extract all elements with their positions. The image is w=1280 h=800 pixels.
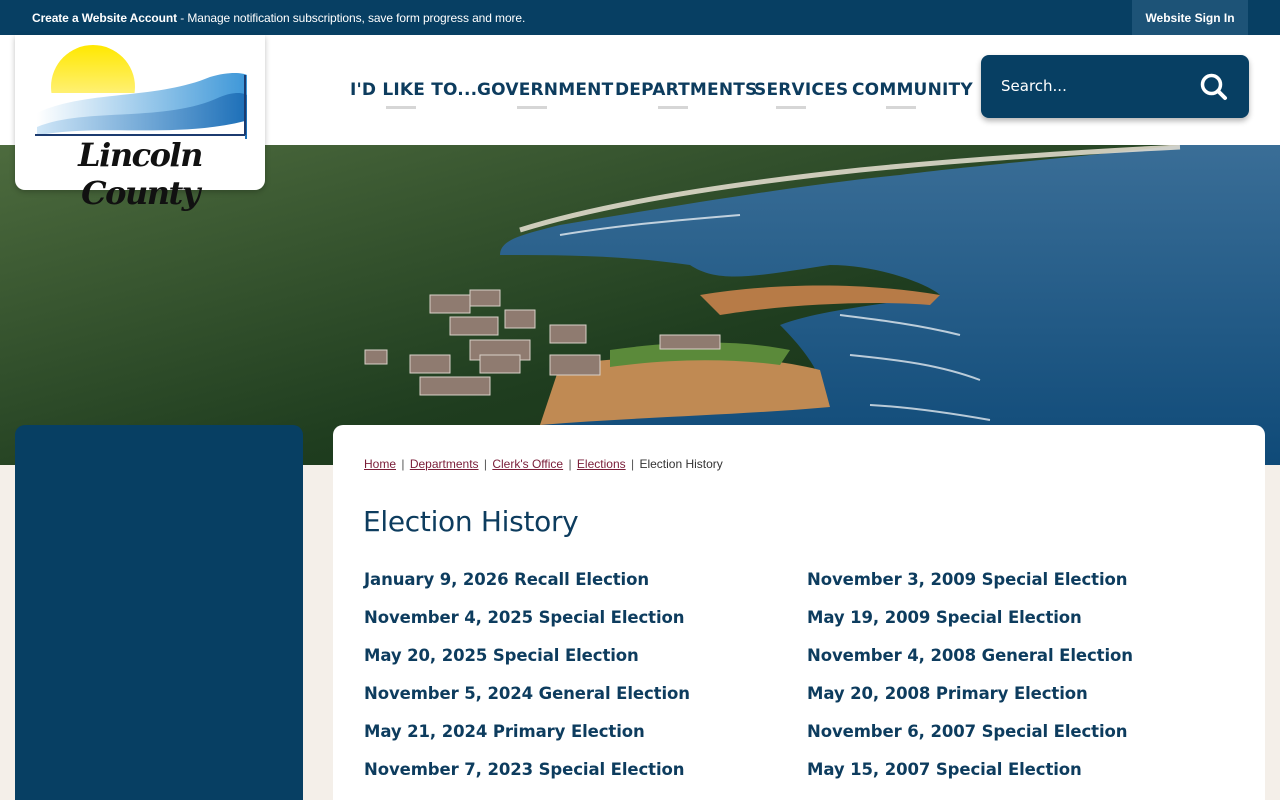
election-link[interactable]: May 20, 2025 Special Election: [364, 646, 639, 665]
breadcrumb-departments[interactable]: Departments: [410, 457, 479, 471]
breadcrumb-current: Election History: [639, 457, 723, 471]
page-title: Election History: [363, 505, 579, 538]
election-link[interactable]: May 15, 2007 Special Election: [807, 760, 1082, 779]
account-promo-text: - Manage notification subscriptions, sav…: [176, 11, 526, 25]
search-input[interactable]: [1001, 77, 1181, 95]
top-bar: Create a Website Account - Manage notifi…: [0, 0, 1280, 35]
main-content: Home | Departments | Clerk's Office | El…: [333, 425, 1265, 800]
breadcrumb-separator: |: [483, 457, 487, 471]
nav-underline: [886, 106, 916, 109]
website-sign-in-button[interactable]: Website Sign In: [1132, 0, 1248, 35]
election-link[interactable]: May 20, 2008 Primary Election: [807, 684, 1088, 703]
nav-underline: [386, 106, 416, 109]
election-link[interactable]: January 9, 2026 Recall Election: [364, 570, 649, 589]
lincoln-county-logo[interactable]: Lincoln County: [15, 35, 265, 212]
sidebar-nav: [15, 425, 303, 800]
election-link[interactable]: November 4, 2025 Special Election: [364, 608, 685, 627]
nav-underline: [776, 106, 806, 109]
logo-text: Lincoln County: [78, 136, 203, 212]
election-link[interactable]: May 21, 2024 Primary Election: [364, 722, 645, 741]
nav-underline: [658, 106, 688, 109]
election-link[interactable]: May 19, 2009 Special Election: [807, 608, 1082, 627]
create-account-link[interactable]: Create a Website Account: [32, 11, 177, 25]
election-link[interactable]: November 3, 2009 Special Election: [807, 570, 1128, 589]
nav-id-like-to[interactable]: I'D LIKE TO...: [350, 80, 477, 100]
search-icon[interactable]: [1199, 72, 1229, 102]
nav-departments[interactable]: DEPARTMENTS: [615, 80, 758, 100]
election-link[interactable]: November 7, 2023 Special Election: [364, 760, 685, 779]
nav-community[interactable]: COMMUNITY: [852, 80, 973, 100]
nav-underline: [517, 106, 547, 109]
account-promo[interactable]: Create a Website Account - Manage notifi…: [32, 11, 525, 25]
election-link[interactable]: November 6, 2007 Special Election: [807, 722, 1128, 741]
nav-government[interactable]: GOVERNMENT: [477, 80, 613, 100]
breadcrumb-separator: |: [568, 457, 572, 471]
breadcrumb-separator: |: [630, 457, 635, 471]
nav-services[interactable]: SERVICES: [754, 80, 848, 100]
election-link[interactable]: November 4, 2008 General Election: [807, 646, 1133, 665]
breadcrumb: Home | Departments | Clerk's Office | El…: [364, 457, 723, 471]
breadcrumb-separator: |: [401, 457, 405, 471]
breadcrumb-clerks-office[interactable]: Clerk's Office: [492, 457, 563, 471]
election-link[interactable]: November 5, 2024 General Election: [364, 684, 690, 703]
breadcrumb-elections[interactable]: Elections: [577, 457, 626, 471]
breadcrumb-home[interactable]: Home: [364, 457, 396, 471]
